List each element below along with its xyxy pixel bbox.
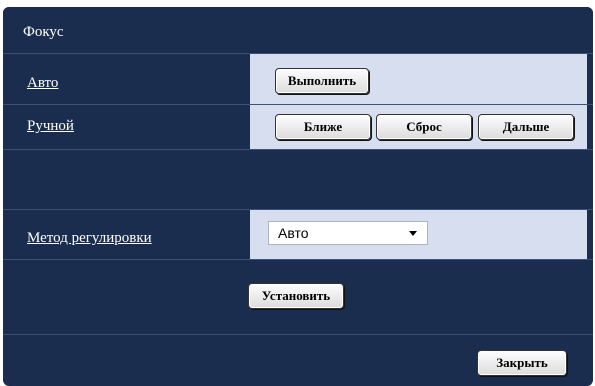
near-button[interactable]: Ближе [275, 114, 371, 140]
set-button[interactable]: Установить [248, 283, 344, 309]
panel-titlebar: Фокус [3, 7, 593, 54]
far-button[interactable]: Дальше [478, 114, 574, 140]
close-button[interactable]: Закрыть [477, 350, 567, 376]
auto-link[interactable]: Авто [27, 75, 58, 92]
footer-divider [3, 334, 593, 335]
method-select-value: Авто [278, 225, 309, 241]
chevron-down-icon [409, 231, 417, 236]
auto-field: Выполнить [250, 54, 587, 104]
row-divider [3, 149, 593, 150]
execute-button[interactable]: Выполнить [275, 68, 369, 94]
panel-title: Фокус [23, 24, 64, 40]
reset-button[interactable]: Сброс [376, 114, 472, 140]
focus-panel: Фокус Авто Выполнить Ручной Ближе Сброс … [3, 7, 593, 386]
method-select[interactable]: Авто [268, 221, 428, 245]
method-link[interactable]: Метод регулировки [27, 230, 152, 247]
manual-link[interactable]: Ручной [27, 118, 74, 135]
row-divider [3, 259, 593, 260]
manual-field: Ближе Сброс Дальше [250, 105, 587, 149]
